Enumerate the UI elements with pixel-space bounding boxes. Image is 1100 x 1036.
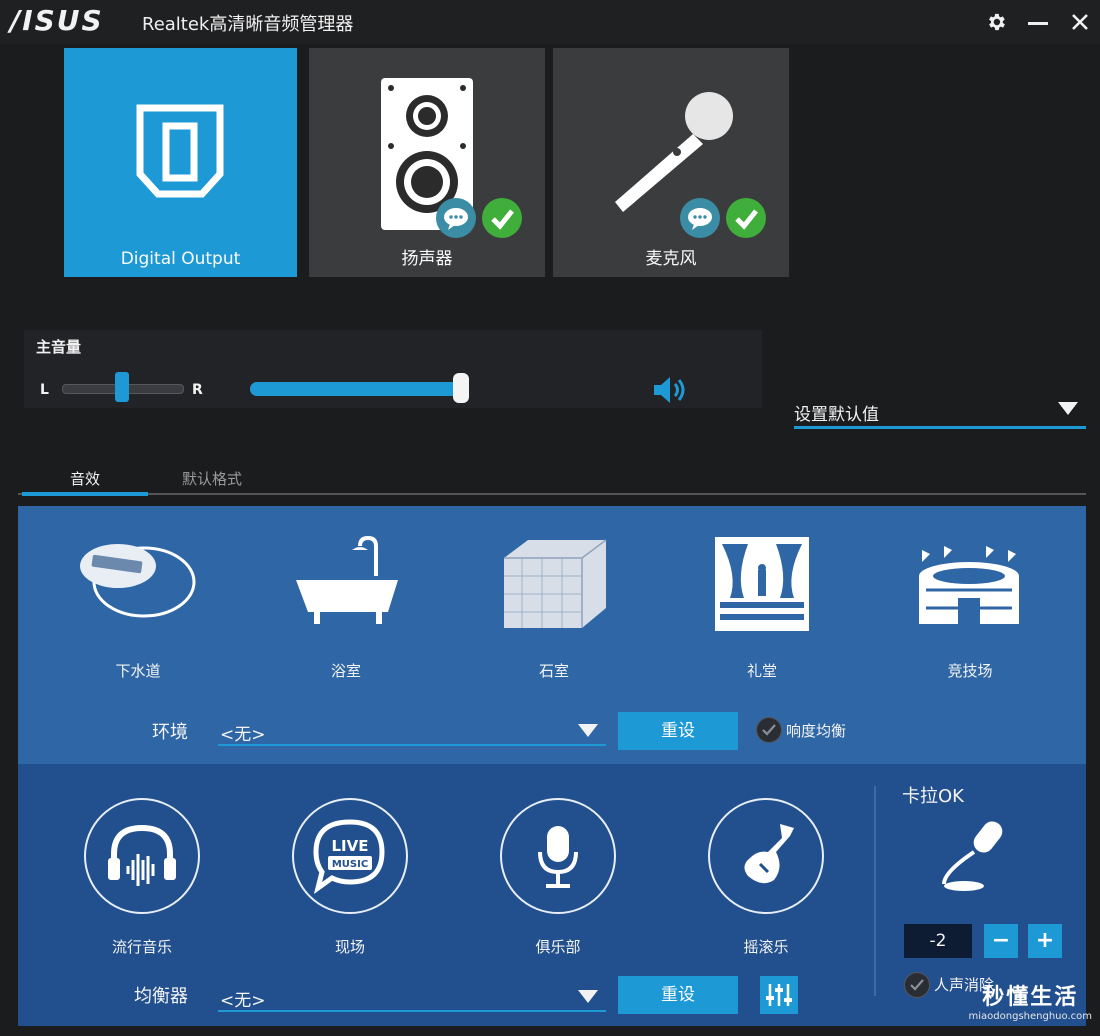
asus-logo: /ISUS	[10, 4, 104, 37]
equalizer-label: 均衡器	[134, 986, 188, 1007]
environment-selected-value: <无>	[220, 725, 266, 745]
chevron-down-icon	[1058, 402, 1078, 415]
balance-left-label: L	[40, 382, 49, 398]
window-title: Realtek高清晰音频管理器	[142, 14, 354, 35]
device-tile-speaker[interactable]: 扬声器	[309, 48, 545, 277]
tab-sound-effects[interactable]: 音效	[70, 468, 100, 489]
music-badge-text: MUSIC	[332, 859, 368, 870]
set-defaults-dropdown[interactable]: 设置默认值	[794, 396, 1086, 429]
environment-preset-label: 礼堂	[746, 662, 777, 680]
watermark-url: miaodongshenghuo.com	[968, 1011, 1092, 1022]
equalizer-preset-label: 现场	[334, 938, 365, 956]
loudness-equalization-checkbox[interactable]	[756, 717, 782, 743]
karaoke-key-value[interactable]: -2	[904, 924, 972, 958]
rock-button[interactable]	[708, 798, 824, 914]
balance-right-label: R	[192, 382, 203, 398]
equalizer-preset-label: 流行音乐	[111, 938, 172, 956]
environment-preset-label: 石室	[538, 662, 569, 680]
close-icon[interactable]	[1064, 6, 1096, 38]
environment-preset-label: 下水道	[115, 662, 161, 680]
device-tile-digital-output[interactable]: Digital Output	[64, 48, 297, 277]
arena-icon[interactable]	[914, 546, 1024, 634]
auditorium-icon[interactable]	[714, 536, 810, 636]
tab-default-format[interactable]: 默认格式	[182, 468, 242, 489]
sewer-icon[interactable]	[78, 540, 198, 624]
live-badge-text: LIVE	[332, 837, 369, 855]
tab-divider	[18, 493, 1086, 495]
microphone-icon	[615, 92, 733, 212]
equalizer-reset-button[interactable]: 重设	[618, 976, 738, 1014]
watermark-text: 秒懂生活	[982, 985, 1079, 1010]
vocal-cancel-checkbox[interactable]	[904, 972, 930, 998]
graphic-equalizer-icon[interactable]	[760, 976, 798, 1014]
tab-active-indicator	[22, 492, 148, 496]
club-button[interactable]	[500, 798, 616, 914]
environment-select[interactable]: <无>	[218, 716, 606, 746]
equalizer-preset-label: 摇滚乐	[743, 938, 789, 956]
karaoke-divider	[874, 786, 876, 996]
pop-music-button[interactable]	[84, 798, 200, 914]
karaoke-title: 卡拉OK	[902, 786, 964, 807]
check-mark-icon	[482, 198, 522, 238]
studio-microphone-icon	[538, 826, 578, 888]
chevron-down-icon	[578, 724, 598, 737]
volume-slider-thumb[interactable]	[453, 373, 469, 403]
watermark: 秒懂生活 miaodongshenghuo.com	[969, 979, 1092, 1022]
environment-reset-button[interactable]: 重设	[618, 712, 738, 750]
equalizer-select[interactable]: <无>	[218, 982, 606, 1012]
karaoke-increase-button[interactable]: +	[1028, 924, 1062, 958]
device-label: 扬声器	[401, 249, 453, 269]
environment-preset-label: 浴室	[330, 662, 361, 680]
stone-room-icon[interactable]	[502, 536, 608, 634]
main-volume-title: 主音量	[36, 338, 82, 356]
live-button[interactable]: LIVE MUSIC	[292, 798, 408, 914]
chevron-down-icon	[578, 990, 598, 1003]
bathroom-icon[interactable]	[292, 535, 402, 632]
headphones-icon	[108, 824, 176, 886]
volume-slider-fill	[250, 382, 461, 396]
chat-bubble-icon[interactable]	[680, 198, 720, 238]
guitar-icon	[744, 824, 794, 884]
volume-slider-track[interactable]	[250, 382, 468, 396]
device-label: Digital Output	[120, 249, 241, 269]
karaoke-microphone-icon	[930, 814, 1014, 898]
digital-output-icon	[136, 104, 224, 198]
environment-preset-label: 竞技场	[947, 662, 993, 680]
minimize-icon[interactable]	[1022, 6, 1054, 38]
loudness-equalization-label: 响度均衡	[786, 722, 847, 740]
balance-slider-thumb[interactable]	[115, 372, 129, 402]
set-defaults-label: 设置默认值	[794, 405, 879, 425]
equalizer-preset-label: 俱乐部	[535, 938, 581, 956]
device-tile-microphone[interactable]: 麦克风	[553, 48, 789, 277]
gear-icon[interactable]	[980, 6, 1012, 38]
environment-label: 环境	[152, 722, 188, 743]
chat-bubble-icon[interactable]	[436, 198, 476, 238]
live-music-icon: LIVE MUSIC	[313, 819, 385, 894]
karaoke-decrease-button[interactable]: −	[984, 924, 1018, 958]
check-mark-icon	[726, 198, 766, 238]
speaker-volume-icon[interactable]	[652, 374, 690, 410]
device-label: 麦克风	[645, 249, 697, 269]
equalizer-selected-value: <无>	[220, 991, 266, 1011]
